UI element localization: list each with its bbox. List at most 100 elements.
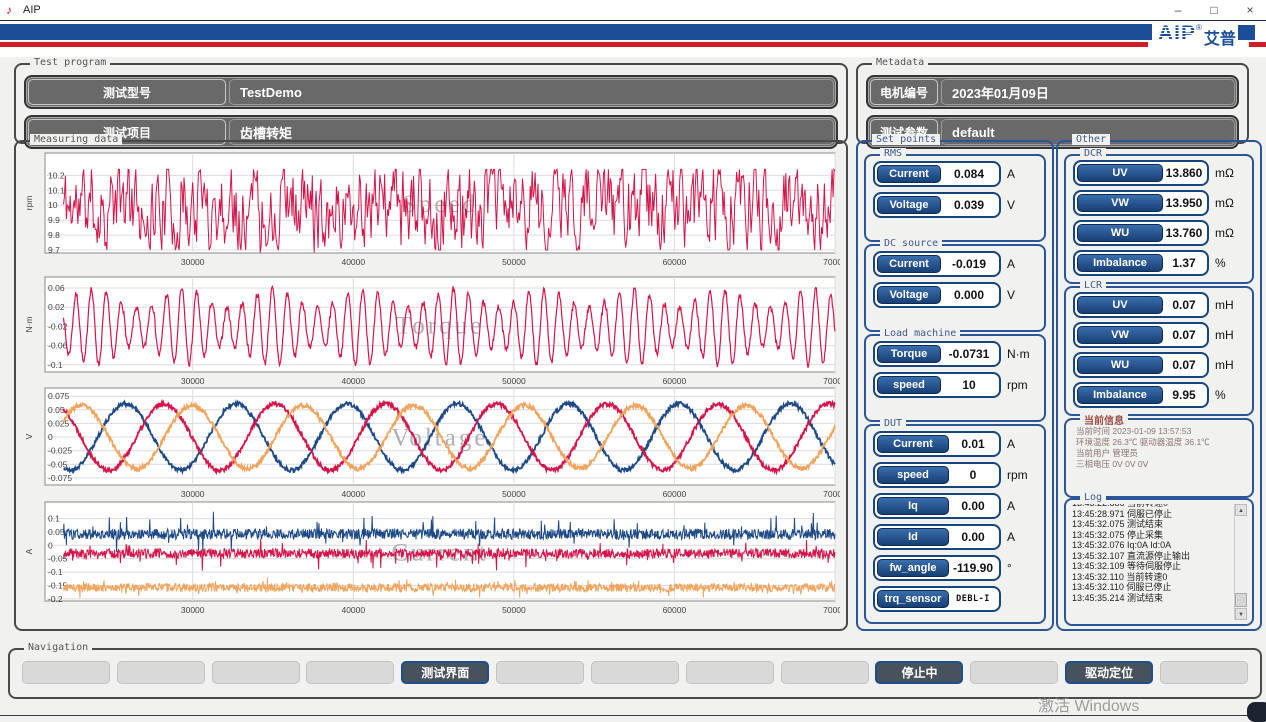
svg-text:30000: 30000: [181, 257, 205, 267]
WU-label[interactable]: WU: [1077, 356, 1163, 374]
svg-text:70000: 70000: [823, 257, 840, 267]
field-label: 电机编号: [870, 79, 938, 105]
nav-button-9[interactable]: [781, 661, 869, 684]
brand-square-underline: [1249, 42, 1266, 47]
scrollbar-thumb[interactable]: [1235, 593, 1247, 607]
Imbalance-value: 1.37: [1163, 254, 1205, 272]
nav-button-4[interactable]: [306, 661, 394, 684]
unit-label: mΩ: [1209, 196, 1245, 210]
nav-button-13[interactable]: [1160, 661, 1248, 684]
field-value[interactable]: 2023年01月09日: [941, 79, 1235, 105]
svg-text:50000: 50000: [502, 257, 526, 267]
WU-value: 13.760: [1163, 224, 1205, 242]
unit-label: A: [1001, 499, 1037, 513]
speed-label[interactable]: speed: [877, 376, 941, 394]
Current-value: 0.01: [949, 435, 997, 453]
WU-label[interactable]: WU: [1077, 224, 1163, 242]
Current-label[interactable]: Current: [877, 165, 941, 183]
svg-text:40000: 40000: [341, 257, 365, 267]
panel-legend: Navigation: [24, 642, 92, 653]
unit-label: mΩ: [1209, 226, 1245, 240]
svg-text:-0.06: -0.06: [48, 341, 68, 351]
field-value[interactable]: TestDemo: [229, 79, 834, 105]
brand-square: [1238, 25, 1255, 40]
svg-text:0.02: 0.02: [48, 302, 65, 312]
Current-label[interactable]: Current: [877, 255, 941, 273]
svg-text:0: 0: [48, 432, 53, 442]
scroll-up-icon[interactable]: ▲: [1235, 504, 1247, 516]
scroll-down-icon[interactable]: ▼: [1235, 608, 1247, 620]
text-line: 三相电压 0V 0V 0V: [1076, 459, 1246, 470]
minimize-button[interactable]: –: [1170, 3, 1186, 17]
speed-chart: 300004000050000600007000010.210.1109.99.…: [20, 150, 840, 268]
VW-label[interactable]: VW: [1077, 194, 1163, 212]
value-row: WU0.07mH: [1073, 352, 1245, 378]
unit-label: V: [1001, 288, 1037, 302]
nav-button-6[interactable]: [496, 661, 584, 684]
Id-label[interactable]: Id: [877, 528, 949, 546]
unit-label: mΩ: [1209, 166, 1245, 180]
UV-value: 13.860: [1163, 164, 1205, 182]
Current-label[interactable]: Current: [877, 435, 949, 453]
VW-label[interactable]: VW: [1077, 326, 1163, 344]
text-line: 13:45:32.075 测试结束: [1072, 519, 1234, 530]
close-button[interactable]: ×: [1242, 3, 1258, 17]
svg-text:60000: 60000: [663, 257, 687, 267]
Torque-label[interactable]: Torque: [877, 345, 941, 363]
fw_angle-label[interactable]: fw_angle: [877, 559, 949, 577]
svg-text:0.025: 0.025: [48, 418, 70, 428]
svg-text:-0.025: -0.025: [48, 446, 72, 456]
nav-button-1[interactable]: [22, 661, 110, 684]
group-legend: DCR: [1080, 148, 1106, 159]
nav-button-2[interactable]: [117, 661, 205, 684]
log-list[interactable]: 13:45:22.886 当前转速013:45:28.971 伺服已停止13:4…: [1072, 504, 1234, 620]
group-legend: Load machine: [880, 328, 960, 339]
value-row: fw_angle-119.90°: [873, 555, 1037, 581]
svg-text:30000: 30000: [181, 489, 205, 499]
voltage-chart: 30000400005000060000700000.0750.050.0250…: [20, 385, 840, 500]
log-scrollbar[interactable]: ▲ ▼: [1234, 504, 1248, 620]
trq_sensor-value: DEBL-I: [949, 590, 997, 608]
window-title: AIP: [23, 4, 41, 16]
Imbalance-label[interactable]: Imbalance: [1077, 386, 1163, 404]
group-legend: Log: [1080, 492, 1106, 503]
group-legend: RMS: [880, 148, 906, 159]
UV-label[interactable]: UV: [1077, 296, 1163, 314]
field-row: 测试型号TestDemo: [24, 75, 838, 109]
test-program-panel: Test program 测试型号TestDemo测试项目齿槽转矩: [14, 63, 848, 144]
brand-header: AIP ® 艾普: [0, 20, 1266, 57]
maximize-button[interactable]: □: [1206, 3, 1222, 17]
text-line: 当前时间 2023-01-09 13:57:53: [1076, 426, 1246, 437]
nav-button-8[interactable]: [686, 661, 774, 684]
svg-text:50000: 50000: [502, 605, 526, 615]
Imbalance-label[interactable]: Imbalance: [1077, 254, 1163, 272]
nav-button-测试界面[interactable]: 测试界面: [401, 661, 489, 684]
panel-legend: Metadata: [872, 57, 928, 68]
Voltage-label[interactable]: Voltage: [877, 286, 941, 304]
svg-text:40000: 40000: [341, 605, 365, 615]
svg-text:V: V: [24, 433, 34, 439]
Iq-label[interactable]: Iq: [877, 497, 949, 515]
svg-text:40000: 40000: [341, 489, 365, 499]
svg-text:0.075: 0.075: [48, 391, 70, 401]
nav-button-7[interactable]: [591, 661, 679, 684]
field-row: 电机编号2023年01月09日: [866, 75, 1239, 109]
unit-label: V: [1001, 198, 1037, 212]
nav-button-驱动定位[interactable]: 驱动定位: [1065, 661, 1153, 684]
measuring-data-panel: Measuring data 3000040000500006000070000…: [14, 140, 848, 631]
panel-legend: Test program: [30, 57, 110, 68]
Torque-value: -0.0731: [941, 345, 997, 363]
speed-label[interactable]: speed: [877, 466, 949, 484]
value-row: speed10rpm: [873, 372, 1037, 398]
nav-button-11[interactable]: [970, 661, 1058, 684]
Current-value: -0.019: [941, 255, 997, 273]
trq_sensor-label[interactable]: trq_sensor: [877, 590, 949, 608]
nav-button-3[interactable]: [212, 661, 300, 684]
nav-button-停止中[interactable]: 停止中: [875, 661, 963, 684]
torque-chart: 30000400005000060000700000.060.02-0.02-0…: [20, 274, 840, 387]
group-legend: DC source: [880, 238, 942, 249]
svg-text:9.9: 9.9: [48, 215, 60, 225]
UV-label[interactable]: UV: [1077, 164, 1163, 182]
Voltage-label[interactable]: Voltage: [877, 196, 941, 214]
corner-notification: [1247, 702, 1266, 722]
